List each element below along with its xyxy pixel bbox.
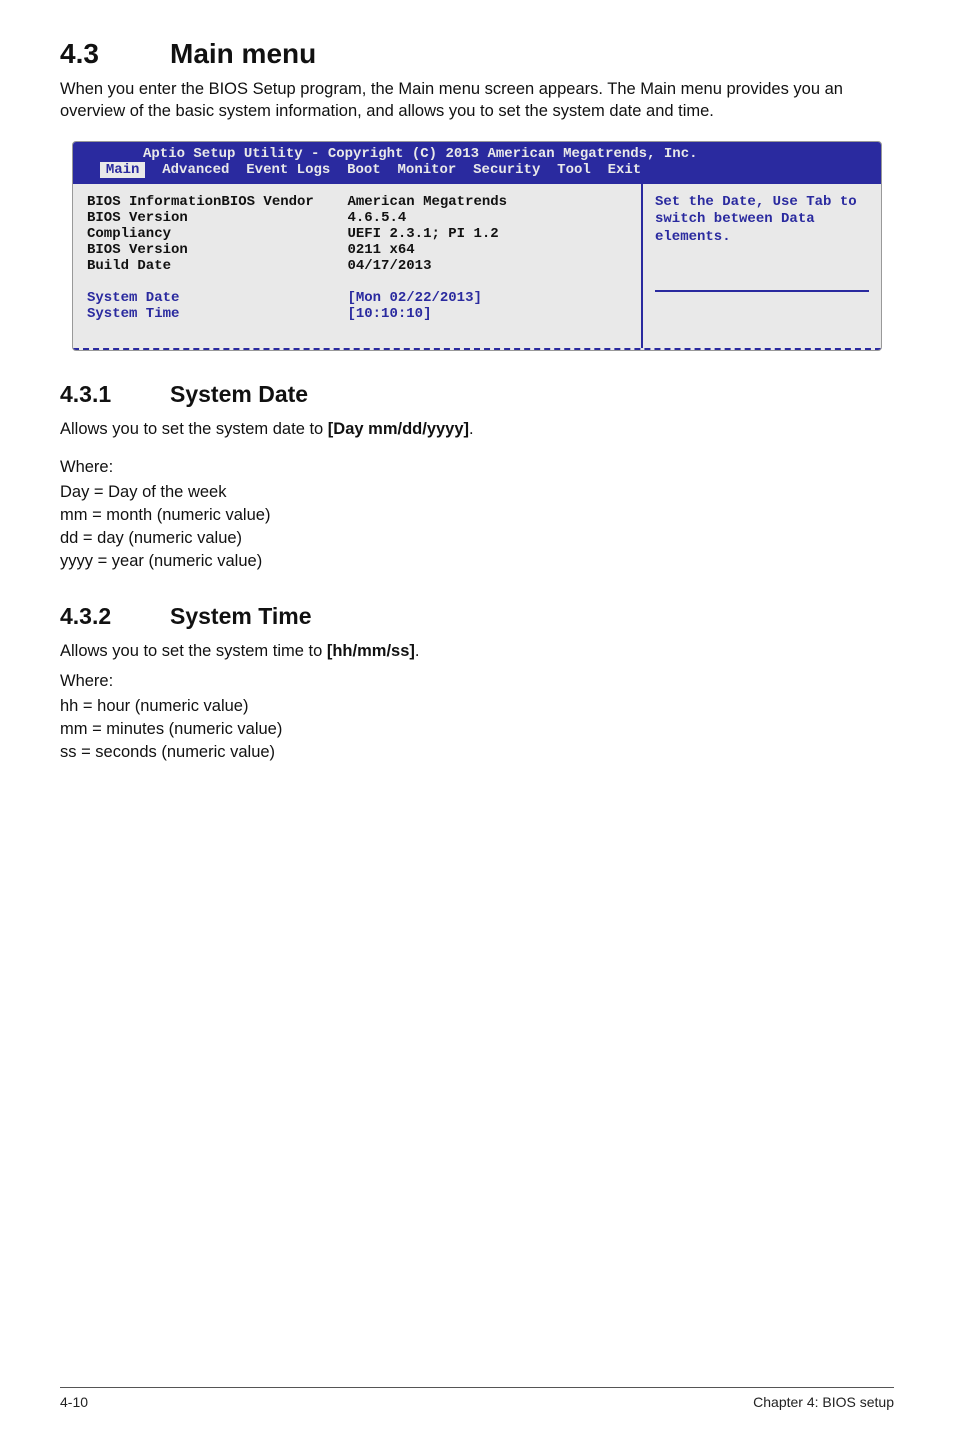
bios-editable-label[interactable]: System Date xyxy=(87,290,179,306)
subsection-heading: 4.3.2System Time xyxy=(60,603,894,630)
sub2-line: mm = minutes (numeric value) xyxy=(60,720,894,739)
bios-tab-event-logs[interactable]: Event Logs xyxy=(246,162,330,178)
bios-tab-monitor[interactable]: Monitor xyxy=(398,162,457,178)
bios-tab-tool[interactable]: Tool xyxy=(557,162,591,178)
bios-help-text: Set the Date, Use Tab to switch between … xyxy=(655,194,869,247)
bios-help-divider xyxy=(655,290,869,316)
sub2-desc-bold: [hh/mm/ss] xyxy=(327,642,415,660)
bios-row-value: American Megatrends xyxy=(347,194,507,210)
sub2-line: ss = seconds (numeric value) xyxy=(60,743,894,762)
bios-row-label: BIOS Version xyxy=(87,242,188,258)
bios-editable-value[interactable]: [Mon 02/22/2013] xyxy=(347,290,481,306)
subsection-number: 4.3.2 xyxy=(60,603,170,630)
bios-row-value: 0211 x64 xyxy=(347,242,414,258)
sub2-where: Where: xyxy=(60,672,894,691)
bios-tab-main[interactable]: Main xyxy=(100,162,146,178)
sub1-desc-prefix: Allows you to set the system date to xyxy=(60,420,328,438)
bios-row-value: 04/17/2013 xyxy=(347,258,431,274)
bios-body: BIOS InformationBIOS Vendor American Meg… xyxy=(73,184,881,350)
bios-tab-bar: Main Advanced Event Logs Boot Monitor Se… xyxy=(83,162,871,178)
sub1-line: yyyy = year (numeric value) xyxy=(60,552,894,571)
bios-editable-label[interactable]: System Time xyxy=(87,306,179,322)
sub1-desc: Allows you to set the system date to [Da… xyxy=(60,418,894,440)
bios-left-pane: BIOS InformationBIOS Vendor American Meg… xyxy=(73,184,641,348)
bios-tab-boot[interactable]: Boot xyxy=(347,162,381,178)
subsection-title: System Time xyxy=(170,603,311,629)
bios-tab-exit[interactable]: Exit xyxy=(608,162,642,178)
section-number: 4.3 xyxy=(60,38,170,70)
bios-help-pane: Set the Date, Use Tab to switch between … xyxy=(641,184,881,348)
bios-row-label: Build Date xyxy=(87,258,171,274)
bios-tab-security[interactable]: Security xyxy=(473,162,540,178)
sub1-desc-bold: [Day mm/dd/yyyy] xyxy=(328,420,469,438)
bios-tab-advanced[interactable]: Advanced xyxy=(162,162,229,178)
intro-paragraph: When you enter the BIOS Setup program, t… xyxy=(60,78,894,123)
bios-row-label: Compliancy xyxy=(87,226,171,242)
sub1-line: dd = day (numeric value) xyxy=(60,529,894,548)
sub2-line: hh = hour (numeric value) xyxy=(60,697,894,716)
bios-row-label: BIOS Version xyxy=(87,210,188,226)
sub2-desc-prefix: Allows you to set the system time to xyxy=(60,642,327,660)
sub1-where: Where: xyxy=(60,458,894,477)
subsection-number: 4.3.1 xyxy=(60,381,170,408)
sub1-line: Day = Day of the week xyxy=(60,483,894,502)
page-number: 4-10 xyxy=(60,1394,88,1410)
page-footer: 4-10 Chapter 4: BIOS setup xyxy=(60,1387,894,1410)
sub1-desc-suffix: . xyxy=(469,420,474,438)
section-heading: 4.3Main menu xyxy=(60,38,894,70)
bios-title-line: Aptio Setup Utility - Copyright (C) 2013… xyxy=(83,146,871,162)
bios-row-value: 4.6.5.4 xyxy=(347,210,406,226)
sub2-desc: Allows you to set the system time to [hh… xyxy=(60,640,894,662)
subsection-heading: 4.3.1System Date xyxy=(60,381,894,408)
bios-row-label: BIOS InformationBIOS Vendor xyxy=(87,194,314,210)
bios-header: Aptio Setup Utility - Copyright (C) 2013… xyxy=(73,142,881,184)
subsection-title: System Date xyxy=(170,381,308,407)
bios-screen: Aptio Setup Utility - Copyright (C) 2013… xyxy=(72,141,882,351)
section-title-text: Main menu xyxy=(170,38,316,69)
bios-editable-value[interactable]: [10:10:10] xyxy=(347,306,431,322)
sub1-line: mm = month (numeric value) xyxy=(60,506,894,525)
sub2-desc-suffix: . xyxy=(415,642,420,660)
bios-row-value: UEFI 2.3.1; PI 1.2 xyxy=(347,226,498,242)
chapter-label: Chapter 4: BIOS setup xyxy=(753,1394,894,1410)
